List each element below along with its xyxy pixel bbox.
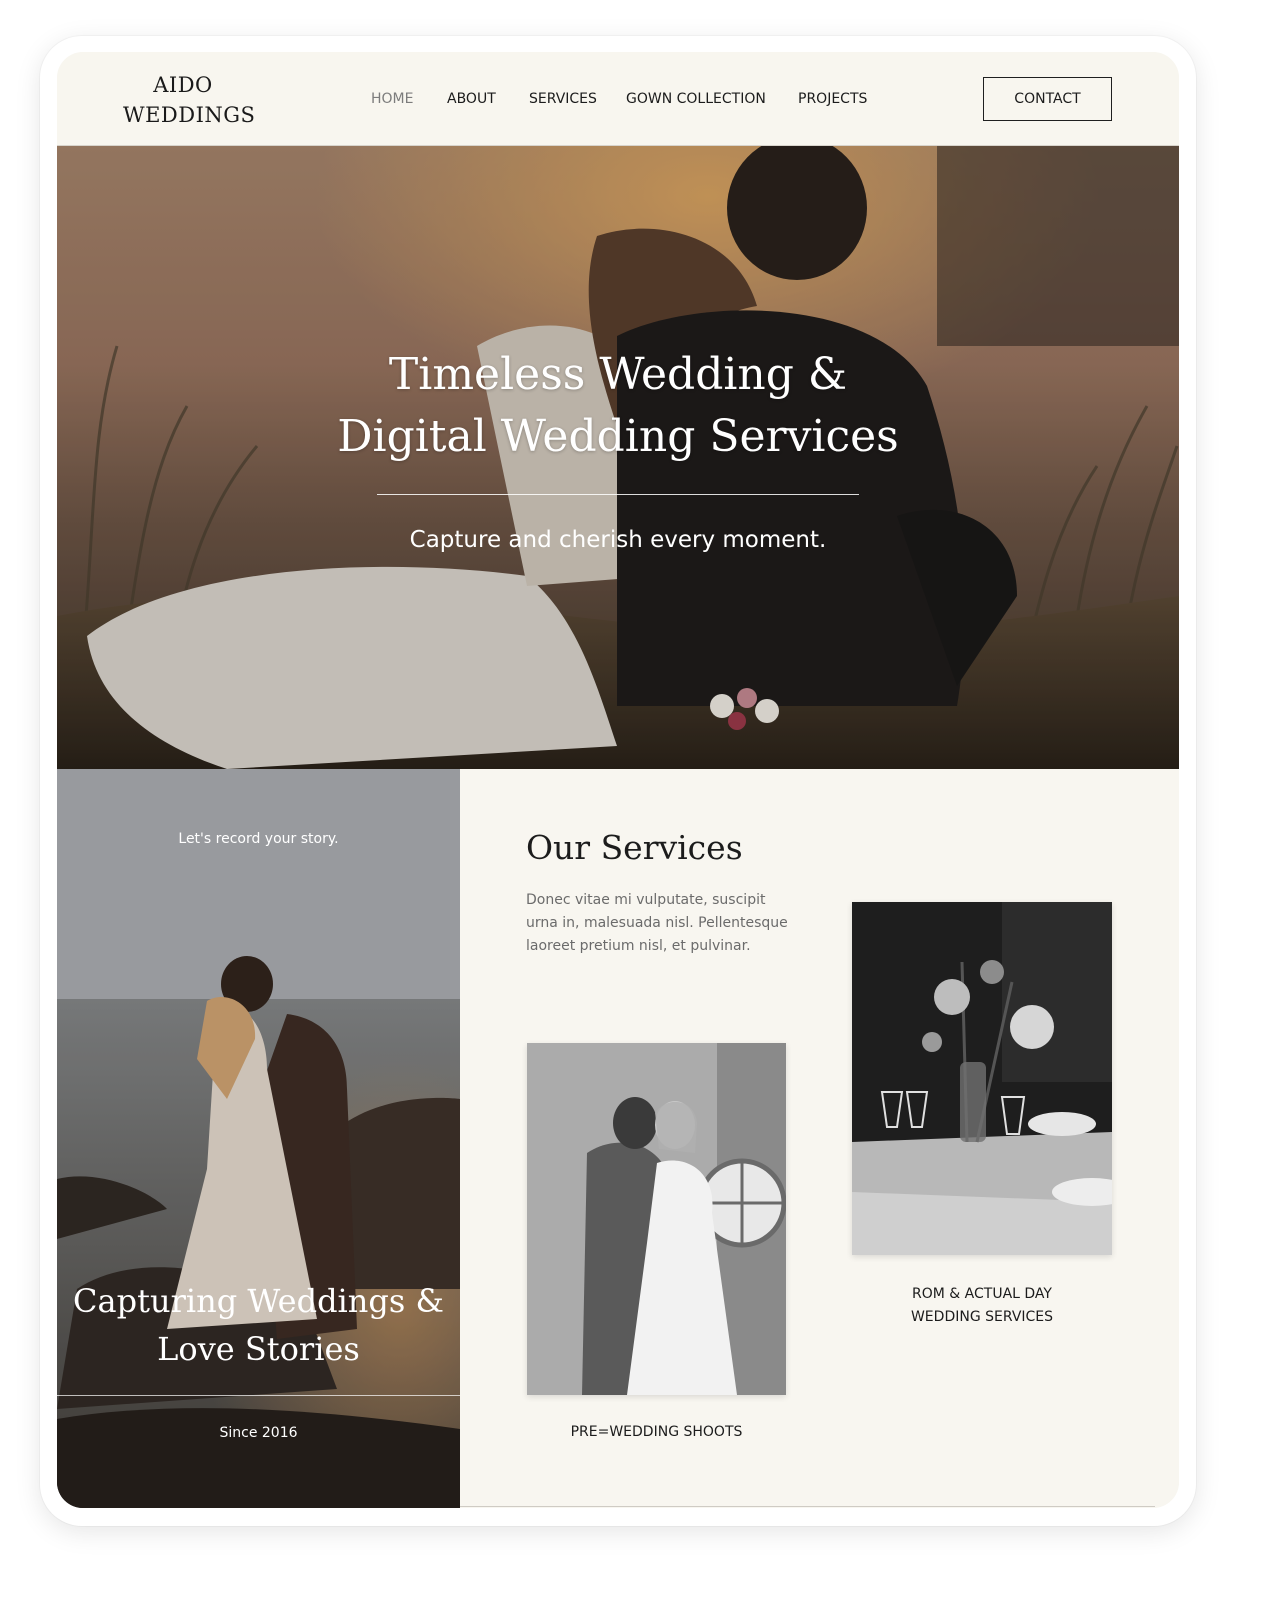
table-flowers-image <box>852 902 1112 1255</box>
nav-projects[interactable]: PROJECTS <box>798 89 867 109</box>
services-description: Donec vitae mi vulputate, suscipit urna … <box>526 892 788 954</box>
services-title: Our Services <box>526 828 743 867</box>
caption-pre-wedding-line-1: PRE=WEDDING SHOOTS <box>570 1424 743 1440</box>
nav-services[interactable]: SERVICES <box>529 89 597 109</box>
service-caption-pre-wedding: PRE=WEDDING SHOOTS <box>527 1421 786 1444</box>
story-tagline: Let's record your story. <box>178 831 339 847</box>
caption-rom-line-1: ROM & ACTUAL DAY <box>912 1286 1052 1302</box>
contact-button[interactable]: CONTACT <box>983 77 1112 121</box>
service-card-rom-photo[interactable] <box>852 902 1112 1255</box>
story-title-line-1: Capturing Weddings & <box>73 1282 444 1320</box>
story-photo-couple-on-rocks <box>57 769 460 1508</box>
story-divider <box>57 1395 460 1396</box>
services-section: Our Services Donec vitae mi vulputate, s… <box>460 769 1179 1508</box>
pre-wedding-couple-image <box>527 1043 786 1395</box>
website-screen: AIDO WEDDINGS HOME ABOUT SERVICES GOWN C… <box>57 52 1179 1508</box>
logo-line-2: WEDDINGS <box>123 103 256 127</box>
service-card-pre-wedding-photo[interactable] <box>527 1043 786 1395</box>
caption-rom-line-2: WEDDING SERVICES <box>910 1309 1054 1325</box>
hero-title-line-2: Digital Wedding Services <box>337 411 899 462</box>
hero-subtitle: Capture and cherish every moment. <box>409 527 827 553</box>
story-since: Since 2016 <box>219 1425 298 1441</box>
hero-divider <box>377 494 859 495</box>
service-caption-rom: ROM & ACTUAL DAY WEDDING SERVICES <box>852 1283 1112 1329</box>
story-panel: Let's record your story. Capturing Weddi… <box>57 769 460 1508</box>
story-title: Capturing Weddings & Love Stories <box>57 1277 460 1373</box>
logo-line-1: AIDO <box>153 73 213 97</box>
hero-section: Timeless Wedding & Digital Wedding Servi… <box>57 146 1179 769</box>
footer-divider <box>460 1506 1155 1507</box>
nav-gown-collection[interactable]: GOWN COLLECTION <box>626 89 766 109</box>
story-title-line-2: Love Stories <box>157 1330 360 1368</box>
hero-title: Timeless Wedding & Digital Wedding Servi… <box>57 344 1179 468</box>
site-logo[interactable]: AIDO WEDDINGS <box>123 70 256 130</box>
hero-title-line-1: Timeless Wedding & <box>388 349 848 400</box>
nav-home[interactable]: HOME <box>371 89 413 109</box>
site-header: AIDO WEDDINGS HOME ABOUT SERVICES GOWN C… <box>57 52 1179 146</box>
nav-about[interactable]: ABOUT <box>447 89 496 109</box>
